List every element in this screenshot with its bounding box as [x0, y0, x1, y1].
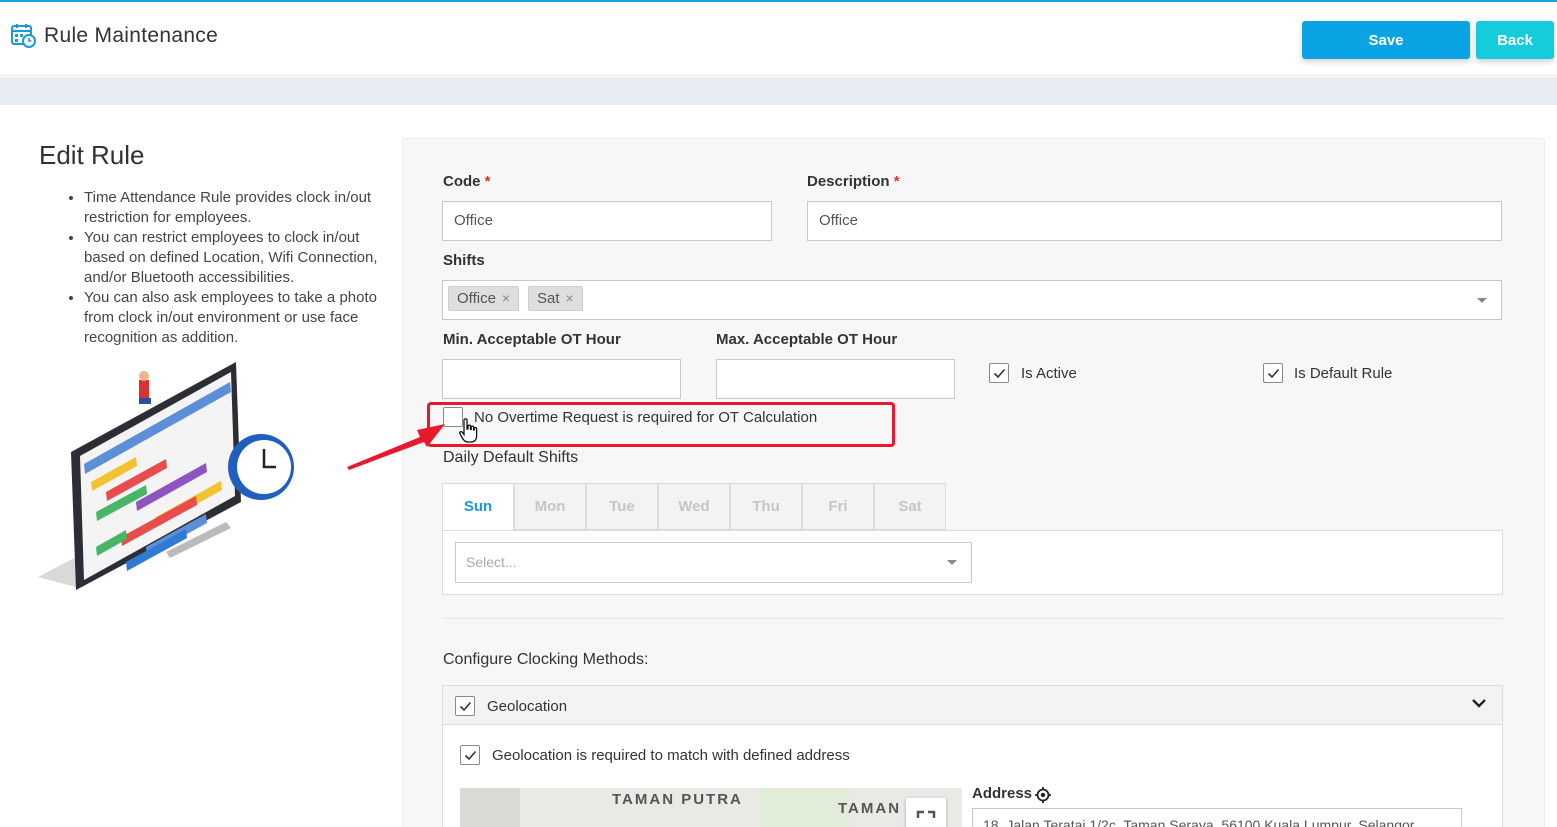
location-map[interactable]: TAMAN PUTRA TAMAN [460, 788, 962, 827]
geolocation-checkbox[interactable] [455, 696, 475, 716]
locate-icon[interactable] [1034, 786, 1052, 804]
tab-sat[interactable]: Sat [874, 483, 946, 530]
chevron-down-icon[interactable] [1477, 298, 1487, 303]
save-button[interactable]: Save [1302, 21, 1470, 59]
arrow-annotation-icon [347, 424, 445, 470]
remove-tag-icon[interactable]: × [502, 290, 510, 306]
max-ot-input[interactable] [716, 359, 955, 399]
is-default-checkbox[interactable] [1263, 363, 1283, 383]
info-item: You can also ask employees to take a pho… [84, 288, 394, 348]
shifts-label: Shifts [443, 252, 485, 269]
address-input[interactable]: 18, Jalan Teratai 1/2c, Taman Seraya, 56… [972, 808, 1462, 827]
map-label: TAMAN [838, 800, 902, 817]
address-label: Address [972, 785, 1033, 802]
shift-select[interactable]: Select... [455, 542, 972, 583]
highlight-box [427, 402, 895, 447]
is-active-checkbox[interactable] [989, 363, 1009, 383]
geolocation-accordion-header[interactable] [442, 685, 1503, 725]
calendar-clock-icon [11, 24, 36, 48]
tab-thu[interactable]: Thu [730, 483, 802, 530]
shifts-multiselect[interactable] [442, 280, 1502, 320]
min-ot-label: Min. Acceptable OT Hour [443, 331, 621, 348]
code-input[interactable]: Office [442, 201, 772, 241]
page-title: Rule Maintenance [44, 24, 219, 47]
map-label: TAMAN PUTRA [612, 791, 743, 808]
info-item: Time Attendance Rule provides clock in/o… [84, 188, 394, 228]
tab-mon[interactable]: Mon [514, 483, 586, 530]
check-icon [459, 701, 472, 712]
tab-tue[interactable]: Tue [586, 483, 658, 530]
shift-tag: Sat × [528, 286, 583, 311]
description-label: Description * [807, 173, 900, 190]
chevron-down-icon[interactable] [947, 560, 957, 565]
geolocation-label: Geolocation [487, 698, 568, 715]
is-default-label: Is Default Rule [1294, 365, 1393, 382]
remove-tag-icon[interactable]: × [566, 290, 574, 306]
info-list: Time Attendance Rule provides clock in/o… [64, 188, 394, 348]
header-band [0, 77, 1557, 105]
fullscreen-icon [916, 810, 936, 818]
code-label: Code * [443, 173, 491, 190]
tab-sun[interactable]: Sun [442, 483, 514, 531]
calendar-illustration [38, 362, 294, 590]
min-ot-input[interactable] [442, 359, 681, 399]
is-active-label: Is Active [1021, 365, 1077, 382]
tab-wed[interactable]: Wed [658, 483, 730, 530]
edit-rule-heading: Edit Rule [39, 140, 145, 170]
tab-fri[interactable]: Fri [802, 483, 874, 530]
geo-required-label: Geolocation is required to match with de… [492, 747, 850, 764]
geo-required-checkbox[interactable] [460, 745, 480, 765]
page-header: Rule Maintenance Save Back [0, 2, 1557, 76]
description-input[interactable]: Office [807, 201, 1502, 241]
fullscreen-button[interactable] [906, 798, 946, 827]
check-icon [993, 368, 1006, 379]
section-divider [442, 618, 1503, 619]
daily-shifts-label: Daily Default Shifts [443, 449, 579, 466]
max-ot-label: Max. Acceptable OT Hour [716, 331, 898, 348]
check-icon [464, 750, 477, 761]
check-icon [1267, 368, 1280, 379]
shift-tag: Office × [448, 286, 520, 311]
back-button[interactable]: Back [1476, 21, 1554, 59]
chevron-down-icon[interactable] [1471, 698, 1487, 710]
info-item: You can restrict employees to clock in/o… [84, 228, 394, 288]
clocking-methods-label: Configure Clocking Methods: [443, 651, 649, 668]
